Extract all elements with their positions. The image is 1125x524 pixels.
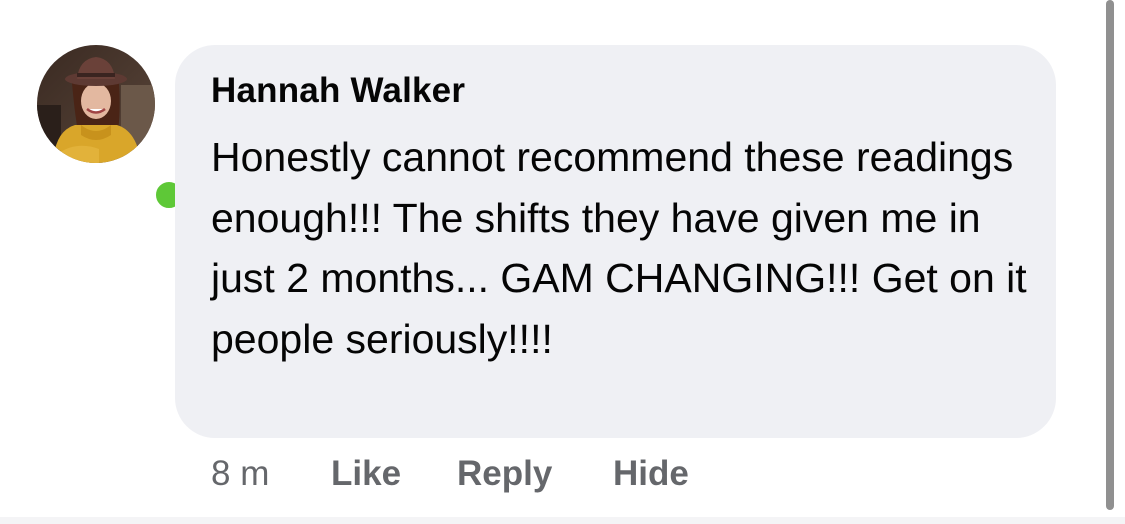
comment-author[interactable]: Hannah Walker bbox=[211, 71, 465, 111]
comment-screen: Hannah Walker Honestly cannot recommend … bbox=[0, 0, 1125, 524]
scrollbar[interactable] bbox=[1106, 0, 1114, 510]
comment-bubble: Hannah Walker Honestly cannot recommend … bbox=[175, 45, 1056, 438]
comment: Hannah Walker Honestly cannot recommend … bbox=[0, 0, 1100, 524]
comment-text: Honestly cannot recommend these readings… bbox=[211, 134, 1027, 362]
avatar[interactable] bbox=[37, 45, 187, 213]
avatar-photo bbox=[37, 45, 155, 163]
comment-timestamp[interactable]: 8 m bbox=[211, 454, 269, 494]
hide-button[interactable]: Hide bbox=[613, 454, 689, 494]
bottom-divider bbox=[0, 517, 1125, 524]
user-photo-icon bbox=[37, 45, 155, 163]
reply-button[interactable]: Reply bbox=[457, 454, 552, 494]
like-button[interactable]: Like bbox=[331, 454, 401, 494]
